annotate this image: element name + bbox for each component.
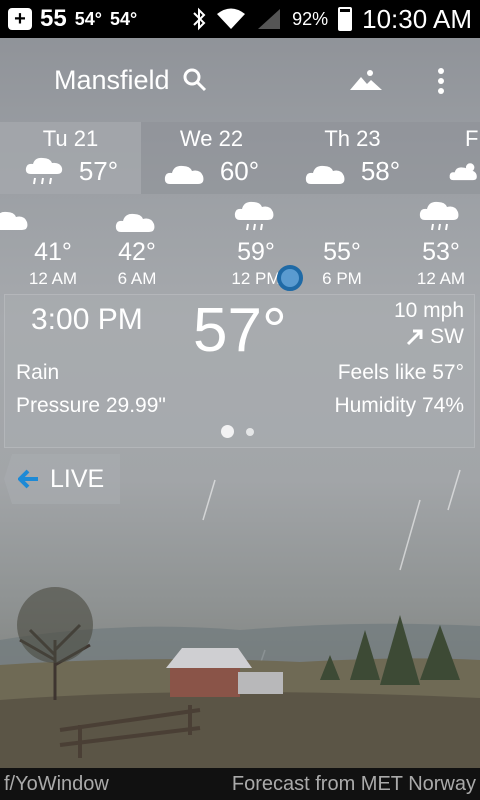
- day-temp: 60°: [219, 155, 260, 186]
- battery-percent: 92%: [292, 8, 329, 29]
- forecast-source: Forecast from MET Norway: [231, 772, 476, 795]
- day-name: Th 23: [324, 126, 381, 151]
- rain-cloud-icon: [419, 201, 459, 231]
- hour-temp: 42°: [118, 238, 156, 266]
- clock: 10:30 AM: [362, 3, 472, 34]
- cloud-icon: [164, 165, 204, 184]
- page-dot-active: [221, 425, 234, 438]
- day-fr[interactable]: F: [423, 122, 480, 194]
- time-slider-handle[interactable]: [277, 265, 303, 291]
- pressure-text: Pressure 29.99": [16, 394, 166, 417]
- day-name: Tu 21: [42, 126, 99, 151]
- day-we22[interactable]: We 22 60°: [141, 122, 282, 194]
- landscape-icon[interactable]: [350, 68, 382, 92]
- wifi-icon: [217, 8, 246, 29]
- rain-cloud-icon: [234, 201, 274, 231]
- hour-time: 12 AM: [28, 269, 78, 288]
- notif-temp-2: 54°: [74, 8, 102, 29]
- humidity-text: Humidity 74%: [334, 394, 464, 417]
- current-time: 3:00 PM: [31, 303, 143, 336]
- wind-info: 10 mph SW: [394, 299, 464, 349]
- landscape-scene: [0, 469, 480, 768]
- cloud-icon: [305, 165, 345, 184]
- brand-link[interactable]: f/YoWindow: [4, 773, 109, 796]
- hour-time: 6 AM: [117, 269, 157, 288]
- overflow-menu-icon[interactable]: [436, 68, 446, 96]
- hour-temp: 55°: [323, 238, 361, 266]
- notif-temp-1: 55: [40, 5, 67, 32]
- hour-item: 41° 12 AM: [8, 194, 98, 289]
- wind-speed: 10 mph: [393, 299, 464, 322]
- day-temp: 57°: [78, 155, 119, 186]
- page-indicator: [221, 425, 254, 438]
- day-tu21[interactable]: Tu 21 57°: [0, 122, 141, 194]
- hour-item: 53° 12 AM: [396, 194, 480, 289]
- plus-notification-icon: +: [8, 8, 32, 30]
- notif-temp-3: 54°: [109, 8, 138, 29]
- top-bar: Mansfield: [0, 38, 480, 122]
- page-dot: [246, 427, 254, 436]
- rain-cloud-icon: [25, 157, 62, 185]
- hourly-forecast[interactable]: 41° 12 AM 42° 6 AM 59° 12 PM 55° 6 PM 53…: [0, 194, 480, 290]
- hour-time: 6 PM: [322, 269, 362, 288]
- partly-sunny-icon: [449, 163, 477, 181]
- day-name: We 22: [179, 126, 244, 151]
- signal-icon: [258, 9, 281, 29]
- daily-forecast: Tu 21 57° We 22 60° Th 23 58° F: [0, 122, 480, 194]
- feels-like-text: Feels like 57°: [337, 361, 464, 384]
- day-th23[interactable]: Th 23 58°: [282, 122, 423, 194]
- hour-temp: 41°: [34, 238, 72, 266]
- hour-temp: 53°: [422, 238, 460, 266]
- wind-direction: SW: [430, 325, 464, 348]
- current-conditions-panel[interactable]: 3:00 PM 57° 10 mph SW Rain Pressure 29.9…: [4, 294, 475, 448]
- status-bar: + 55 54° 54° 92% 10:30 AM: [0, 0, 480, 38]
- hour-item: 42° 6 AM: [92, 194, 182, 289]
- search-icon[interactable]: [182, 67, 208, 93]
- city-name[interactable]: Mansfield: [54, 65, 170, 96]
- hour-time: 12 AM: [416, 269, 466, 288]
- day-temp: 58°: [360, 155, 401, 186]
- wind-arrow-icon: [407, 329, 423, 346]
- hour-temp: 59°: [237, 238, 275, 266]
- hour-item: 55° 6 PM: [297, 194, 387, 289]
- current-temperature: 57°: [193, 296, 287, 365]
- day-name: F: [465, 126, 479, 151]
- condition-text: Rain: [16, 361, 60, 384]
- bluetooth-icon: [193, 7, 206, 31]
- battery-icon: [338, 7, 353, 31]
- footer: f/YoWindow Forecast from MET Norway: [0, 768, 480, 800]
- cloud-icon: [115, 213, 155, 232]
